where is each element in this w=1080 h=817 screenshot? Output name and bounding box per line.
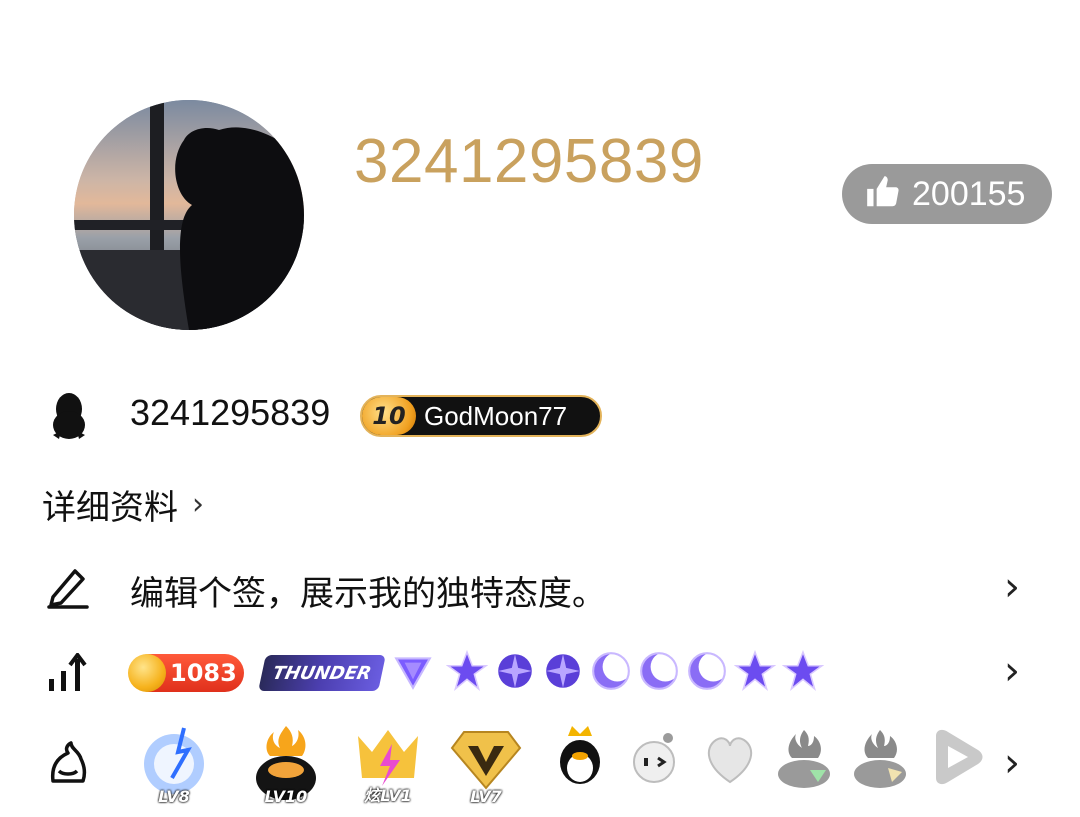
lightning-label: 炫LV1 <box>364 786 412 805</box>
lv8-badge-icon[interactable]: LV8 <box>134 722 214 808</box>
crowned-penguin-icon[interactable] <box>550 722 630 808</box>
gray-flame-badge-icon[interactable] <box>846 722 926 808</box>
flame-hat-icon <box>44 740 92 788</box>
coin-icon <box>128 654 166 692</box>
round-face-icon[interactable] <box>628 722 708 808</box>
avatar[interactable] <box>74 100 304 330</box>
moon-gem-icon[interactable] <box>590 650 632 692</box>
detail-info-link[interactable]: 详细资料 › <box>42 480 204 529</box>
star-gem-icon[interactable] <box>446 650 488 692</box>
shelf-chevron-icon[interactable]: › <box>1004 740 1020 786</box>
star-gem-icon[interactable] <box>734 650 776 692</box>
thumbs-up-icon <box>864 173 902 215</box>
thunder-badge[interactable]: THUNDER <box>258 655 386 691</box>
lv8-label: LV8 <box>158 787 190 806</box>
gold-v-badge-icon[interactable]: LV7 <box>446 722 526 808</box>
level-nickname-badge[interactable]: 10 GodMoon77 <box>360 395 602 437</box>
star-gem-icon[interactable] <box>782 650 824 692</box>
moon-gem-icon[interactable] <box>638 650 680 692</box>
lv10-label: LV10 <box>264 787 308 806</box>
coin-count: 1083 <box>170 659 237 687</box>
gold-v-label: LV7 <box>470 787 502 806</box>
like-count: 200155 <box>912 174 1026 213</box>
lightning-badge-icon[interactable]: 炫LV1 <box>348 722 428 808</box>
sparkle-gem-icon[interactable] <box>542 650 584 692</box>
sparkle-gem-icon[interactable] <box>494 650 536 692</box>
lv10-badge-icon[interactable]: LV10 <box>246 722 326 808</box>
like-button[interactable]: 200155 <box>842 164 1052 224</box>
level-number: 10 <box>362 397 416 435</box>
badges-chevron-icon[interactable]: › <box>1004 648 1020 694</box>
detail-info-label: 详细资料 <box>42 488 178 528</box>
rising-chart-icon <box>44 652 92 694</box>
pencil-icon <box>44 562 92 610</box>
heart-icon[interactable] <box>700 722 780 808</box>
coin-badge[interactable]: 1083 <box>128 654 244 692</box>
penguin-icon <box>44 390 94 442</box>
signature-field[interactable]: 编辑个签，展示我的独特态度。 <box>130 566 606 615</box>
play-icon[interactable] <box>922 722 1002 808</box>
nickname: GodMoon77 <box>424 400 568 431</box>
chevron-right-icon: › <box>192 487 204 522</box>
moon-gem-icon[interactable] <box>686 650 728 692</box>
signature-chevron-icon[interactable]: › <box>1004 564 1020 610</box>
qq-number: 3241295839 <box>130 392 331 433</box>
gray-flame-badge-icon[interactable] <box>770 722 850 808</box>
profile-title: 3241295839 <box>354 127 704 196</box>
triangle-gem-icon[interactable] <box>392 650 434 692</box>
